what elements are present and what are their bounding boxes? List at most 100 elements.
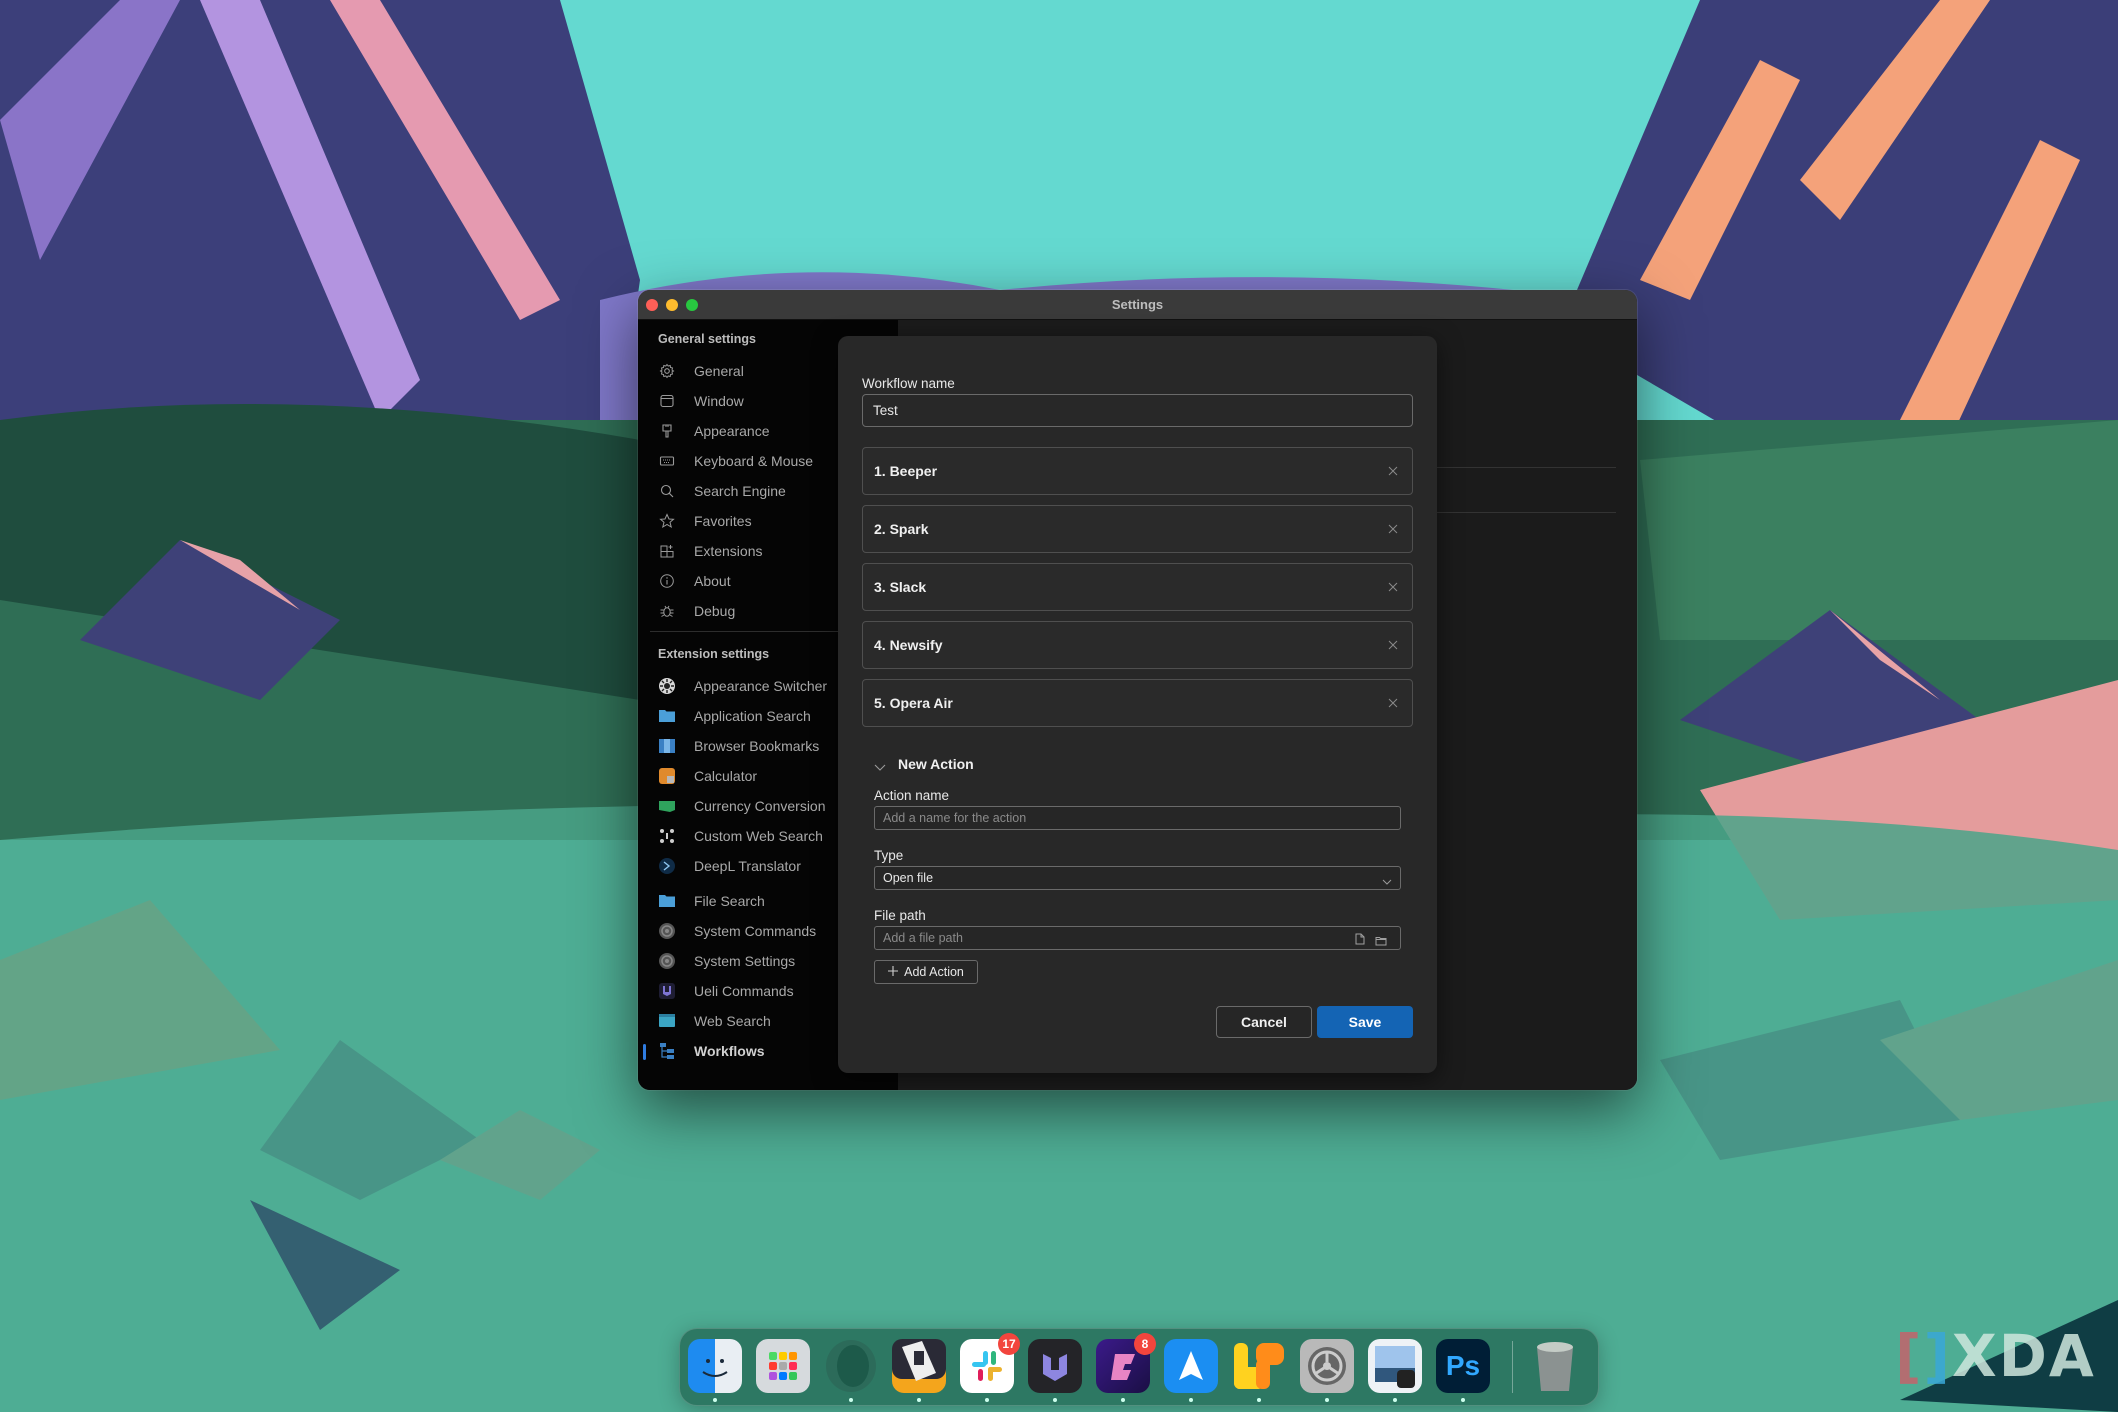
workflow-action-item[interactable]: 3. Slack	[862, 563, 1413, 611]
workflow-action-item[interactable]: 2. Spark	[862, 505, 1413, 553]
notification-badge: 8	[1134, 1333, 1156, 1355]
extensions-icon	[658, 542, 676, 560]
add-action-label: Add Action	[904, 965, 964, 979]
workflows-icon	[658, 1042, 676, 1060]
sidebar-item-label: System Settings	[694, 953, 796, 969]
workflow-action-item[interactable]: 4. Newsify	[862, 621, 1413, 669]
dock-app-flow[interactable]	[1232, 1339, 1286, 1402]
running-indicator	[1053, 1398, 1057, 1402]
sidebar-item-label: Window	[694, 393, 744, 409]
save-button[interactable]: Save	[1317, 1006, 1413, 1038]
plus-icon	[888, 965, 899, 979]
action-name-label: Action name	[874, 788, 950, 803]
type-select[interactable]: Open file	[874, 866, 1401, 890]
remove-action-close-icon[interactable]	[1384, 462, 1402, 480]
dock-app-preview[interactable]	[1368, 1339, 1422, 1402]
sidebar-item-label: Appearance Switcher	[694, 678, 828, 694]
appearance-switcher-icon	[658, 677, 676, 695]
slack-icon	[972, 1351, 1002, 1381]
sidebar-item-label: General	[694, 363, 744, 379]
remove-action-close-icon[interactable]	[1384, 636, 1402, 654]
file-path-label: File path	[874, 908, 926, 923]
window-icon	[658, 392, 676, 410]
file-path-input[interactable]	[874, 926, 1401, 950]
sidebar-item-label: Custom Web Search	[694, 828, 823, 844]
action-name: 1. Beeper	[874, 463, 938, 479]
workflow-name-input[interactable]	[862, 394, 1413, 427]
workflow-action-item[interactable]: 1. Beeper	[862, 447, 1413, 495]
ueli-icon	[1043, 1354, 1067, 1381]
remove-action-close-icon[interactable]	[1384, 578, 1402, 596]
bookmarks-icon	[658, 737, 676, 755]
title-bar[interactable]: Settings	[638, 290, 1637, 320]
running-indicator	[1325, 1398, 1329, 1402]
remove-action-close-icon[interactable]	[1384, 694, 1402, 712]
content-divider	[1436, 512, 1616, 513]
dock-app-slack[interactable]: 17	[960, 1333, 1020, 1402]
spark-icon	[1179, 1351, 1203, 1380]
paintbrush-icon	[658, 422, 676, 440]
workflow-action-item[interactable]: 5. Opera Air	[862, 679, 1413, 727]
beeper-icon	[1111, 1354, 1135, 1380]
sidebar-item-label: System Commands	[694, 923, 817, 939]
photoshop-icon: Ps	[1445, 1350, 1481, 1381]
content-divider	[1436, 467, 1616, 468]
dock-app-launchpad[interactable]	[756, 1339, 810, 1393]
add-action-button[interactable]: Add Action	[874, 960, 978, 984]
sidebar-item-label: Application Search	[694, 708, 811, 724]
dock-app-newsify[interactable]	[892, 1339, 946, 1402]
sidebar-item-label: Keyboard & Mouse	[694, 453, 814, 469]
dock-app-finder[interactable]	[688, 1339, 742, 1402]
folder-icon	[658, 892, 676, 910]
running-indicator	[1121, 1398, 1125, 1402]
deepl-icon	[658, 857, 676, 875]
dock-app-ueli[interactable]	[1028, 1339, 1082, 1402]
action-name-input[interactable]	[874, 806, 1401, 830]
calculator-icon	[658, 767, 676, 785]
settings-window: Settings General settings General Window…	[638, 290, 1637, 1090]
newsify-icon	[892, 1339, 946, 1381]
dock-app-photoshop[interactable]: Ps	[1436, 1339, 1490, 1402]
action-name: 5. Opera Air	[874, 695, 953, 711]
star-icon	[658, 512, 676, 530]
sidebar-item-label: Search Engine	[694, 483, 786, 499]
system-settings-icon	[658, 952, 676, 970]
sidebar-item-label: DeepL Translator	[694, 858, 801, 874]
action-name: 2. Spark	[874, 521, 929, 537]
gear-icon	[658, 362, 676, 380]
launchpad-icon	[769, 1352, 797, 1380]
dock-app-opera-air[interactable]	[824, 1339, 878, 1402]
sidebar-item-label: Web Search	[694, 1013, 771, 1029]
remove-action-close-icon[interactable]	[1384, 520, 1402, 538]
running-indicator	[985, 1398, 989, 1402]
custom-web-search-icon	[658, 827, 676, 845]
choose-folder-icon[interactable]	[1375, 933, 1387, 951]
running-indicator	[1461, 1398, 1465, 1402]
sidebar-item-label: Calculator	[694, 768, 758, 784]
dock-app-trash[interactable]	[1528, 1339, 1582, 1393]
dock-app-spark[interactable]	[1164, 1339, 1218, 1402]
opera-air-icon	[826, 1340, 876, 1392]
sidebar-item-label: Debug	[694, 603, 736, 619]
trash-icon	[1537, 1342, 1573, 1391]
choose-file-icon[interactable]	[1355, 932, 1365, 950]
system-settings-icon	[1308, 1347, 1346, 1385]
sidebar-item-label: Currency Conversion	[694, 798, 826, 814]
running-indicator	[713, 1398, 717, 1402]
running-indicator	[917, 1398, 921, 1402]
new-action-toggle[interactable]: New Action	[874, 755, 1074, 775]
sidebar-item-label: Extensions	[694, 543, 763, 559]
dock-app-beeper[interactable]: 8	[1096, 1333, 1156, 1402]
info-icon	[658, 572, 676, 590]
sidebar-item-label: Ueli Commands	[694, 983, 794, 999]
general-settings-heading: General settings	[658, 332, 756, 346]
extension-settings-heading: Extension settings	[658, 647, 770, 661]
bug-icon	[658, 602, 676, 620]
running-indicator	[1257, 1398, 1261, 1402]
dock-app-system-settings[interactable]	[1300, 1339, 1354, 1402]
running-indicator	[1189, 1398, 1193, 1402]
window-title: Settings	[1111, 297, 1164, 312]
notification-badge: 17	[998, 1333, 1020, 1355]
cancel-button[interactable]: Cancel	[1216, 1006, 1312, 1038]
currency-icon	[658, 797, 676, 815]
